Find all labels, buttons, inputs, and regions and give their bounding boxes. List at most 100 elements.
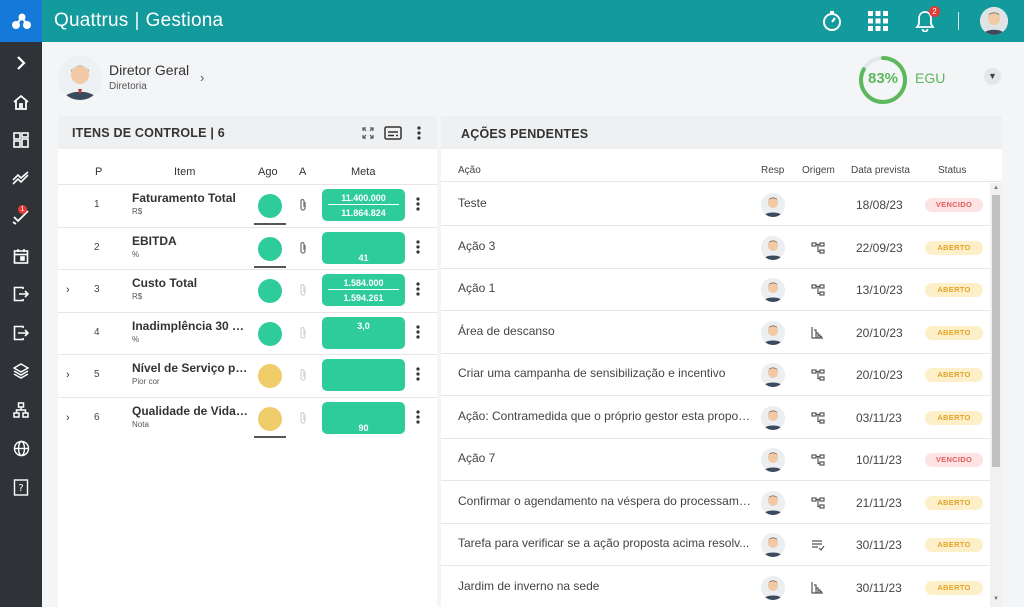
action-title[interactable]: Ação: Contramedida que o próprio gestor … (458, 409, 754, 423)
action-row[interactable]: Teste 18/08/23 VENCIDO (441, 184, 990, 226)
pending-actions-panel: AÇÕES PENDENTES Ação Resp Origem Data pr… (441, 116, 1002, 607)
control-item-row[interactable]: › 3 Custo Total R$ 1.584.000 1.594.261 (58, 269, 437, 311)
row-options-icon[interactable] (416, 409, 420, 429)
row-options-icon[interactable] (416, 324, 420, 344)
action-title[interactable]: Ação 1 (458, 281, 754, 295)
checklist-icon[interactable] (811, 538, 825, 556)
status-badge: ABERTO (925, 410, 983, 425)
responsible-avatar[interactable] (761, 405, 785, 430)
pending-actions-title: AÇÕES PENDENTES (461, 127, 589, 141)
due-date: 21/11/23 (856, 495, 902, 510)
action-row[interactable]: Ação 1 13/10/23 ABERTO (441, 269, 990, 311)
sidebar-item-help[interactable]: ? (0, 468, 42, 506)
action-row[interactable]: Tarefa para verificar se a ação proposta… (441, 524, 990, 566)
responsible-avatar[interactable] (761, 320, 785, 345)
item-name[interactable]: Qualidade de Vida n... (132, 404, 250, 418)
control-item-row[interactable]: › 5 Nível de Serviço par... Pior cor (58, 354, 437, 396)
sidebar-item-layers[interactable] (0, 352, 42, 390)
responsible-avatar[interactable] (761, 533, 785, 557)
action-row[interactable]: Ação 7 10/11/23 VENCIDO (441, 439, 990, 481)
action-row[interactable]: Confirmar o agendamento na véspera do pr… (441, 482, 990, 524)
attachment-icon[interactable] (298, 241, 308, 260)
action-title[interactable]: Jardim de inverno na sede (458, 579, 754, 593)
org-chart-icon[interactable] (811, 411, 825, 429)
action-title[interactable]: Ação 7 (458, 451, 754, 465)
action-row[interactable]: Criar uma campanha de sensibilização e i… (441, 354, 990, 396)
meta-box: 1.584.000 1.594.261 (322, 274, 405, 306)
action-title[interactable]: Criar uma campanha de sensibilização e i… (458, 366, 754, 380)
expand-icon[interactable] (359, 124, 377, 142)
responsible-avatar[interactable] (761, 490, 785, 515)
row-options-icon[interactable] (416, 367, 420, 386)
action-row[interactable]: Ação 3 22/09/23 ABERTO (441, 227, 990, 269)
notification-bell-icon[interactable]: 2 (912, 6, 940, 34)
control-item-row[interactable]: 2 EBITDA% 41 (58, 226, 437, 269)
expand-row-icon[interactable]: › (66, 284, 70, 296)
responsible-avatar[interactable] (761, 235, 785, 260)
top-bar: Quattrus | Gestiona 2 (0, 0, 1024, 42)
item-name[interactable]: Faturamento Total (132, 191, 250, 205)
pareto-icon[interactable] (811, 326, 824, 344)
item-name[interactable]: Inadimplência 30 dias (132, 319, 250, 333)
actions-scrollbar[interactable]: ▲ ▼ (990, 183, 1002, 607)
due-date: 22/09/23 (856, 240, 903, 255)
item-name[interactable]: EBITDA (132, 234, 250, 248)
scroll-down-icon[interactable]: ▼ (993, 596, 999, 602)
sidebar-item-calendar[interactable] (0, 237, 42, 275)
scroll-thumb[interactable] (992, 195, 1000, 467)
sidebar-item-dashboard[interactable] (0, 121, 42, 159)
scroll-up-icon[interactable]: ▲ (993, 185, 999, 191)
item-name[interactable]: Custo Total (132, 276, 250, 290)
responsible-avatar[interactable] (761, 278, 785, 302)
responsible-avatar[interactable] (761, 575, 785, 600)
sidebar-item-trend[interactable] (0, 160, 42, 198)
trend-icon (12, 171, 29, 185)
chevron-right-icon: › (200, 70, 205, 85)
sidebar-item-login[interactable] (0, 314, 42, 352)
expand-row-icon[interactable]: › (66, 412, 70, 424)
sidebar-item-logout[interactable] (0, 275, 42, 313)
action-title[interactable]: Confirmar o agendamento na véspera do pr… (458, 494, 754, 508)
action-title[interactable]: Tarefa para verificar se a ação proposta… (458, 536, 754, 550)
org-chart-icon[interactable] (811, 453, 825, 471)
expand-row-icon[interactable]: › (66, 369, 70, 381)
pareto-icon[interactable] (811, 581, 824, 599)
org-chart-icon[interactable] (811, 283, 825, 301)
sidebar-expand[interactable] (0, 44, 42, 82)
org-chart-icon[interactable] (811, 241, 825, 259)
action-row[interactable]: Ação: Contramedida que o próprio gestor … (441, 397, 990, 439)
control-item-row[interactable]: › 6 Qualidade de Vida n... Nota 90 (58, 396, 437, 439)
chevron-down-icon[interactable]: ▼ (984, 68, 1001, 85)
responsible-avatar[interactable] (761, 193, 785, 217)
sidebar-item-home[interactable] (0, 83, 42, 121)
action-row[interactable]: Área de descanso 20/10/23 ABERTO (441, 312, 990, 354)
app-logo[interactable] (0, 0, 42, 42)
control-item-row[interactable]: 1 Faturamento Total R$ 11.400.000 11.864.824 (58, 184, 437, 226)
module-name: Gestiona (145, 10, 224, 31)
action-title[interactable]: Ação 3 (458, 239, 754, 253)
action-title[interactable]: Teste (458, 196, 754, 210)
col-item: Item (174, 166, 196, 178)
org-chart-icon[interactable] (811, 368, 825, 386)
subtitles-icon[interactable] (384, 124, 402, 142)
attachment-icon[interactable] (298, 198, 308, 217)
apps-grid-icon[interactable] (865, 8, 891, 34)
control-item-row[interactable]: 4 Inadimplência 30 dias% 3,0 (58, 311, 437, 354)
status-badge: VENCIDO (925, 198, 983, 212)
more-options-icon[interactable] (410, 124, 428, 142)
org-chart-icon[interactable] (811, 496, 825, 514)
sidebar-item-hierarchy[interactable] (0, 391, 42, 429)
responsible-avatar[interactable] (761, 363, 785, 387)
stopwatch-icon[interactable] (819, 8, 845, 34)
sidebar-item-actions[interactable]: 1 (0, 198, 42, 236)
action-row[interactable]: Jardim de inverno na sede 30/11/23 ABERTO (441, 567, 990, 607)
item-name[interactable]: Nível de Serviço par... (132, 361, 250, 375)
sidebar-item-globe[interactable] (0, 429, 42, 467)
action-title[interactable]: Área de descanso (458, 324, 754, 338)
user-avatar[interactable] (980, 7, 1008, 35)
row-options-icon[interactable] (416, 282, 420, 301)
row-options-icon[interactable] (416, 197, 420, 216)
row-options-icon[interactable] (416, 239, 420, 259)
due-date: 03/11/23 (856, 410, 902, 425)
responsible-avatar[interactable] (761, 448, 785, 472)
